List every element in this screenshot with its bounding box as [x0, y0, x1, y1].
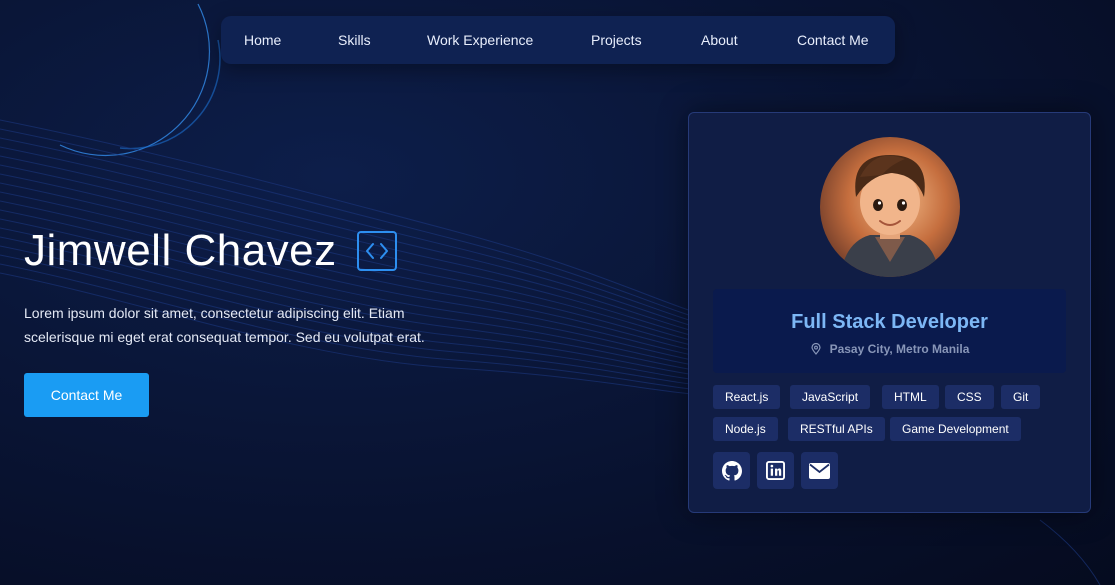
wave-line: [0, 119, 721, 321]
top-navigation: Home Skills Work Experience Projects Abo…: [221, 16, 895, 64]
location-pin-icon: [810, 343, 821, 355]
skill-tag: React.js: [713, 385, 781, 409]
role-title: Full Stack Developer: [791, 311, 988, 333]
hero-name: Jimwell Chavez: [24, 226, 337, 275]
skill-tag: RESTful APIs: [788, 417, 885, 441]
avatar: [820, 137, 960, 277]
code-icon: [356, 231, 397, 271]
github-link[interactable]: [713, 452, 750, 489]
nav-about[interactable]: About: [701, 16, 738, 64]
nav-work-experience[interactable]: Work Experience: [427, 16, 533, 64]
github-icon: [721, 460, 742, 481]
skill-tag: Git: [1001, 385, 1041, 409]
contact-me-button[interactable]: Contact Me: [24, 373, 149, 417]
location-row: Pasay City, Metro Manila: [713, 342, 1066, 356]
nav-skills[interactable]: Skills: [338, 16, 371, 64]
email-icon: [809, 462, 830, 479]
location-text: Pasay City, Metro Manila: [829, 342, 970, 356]
role-panel: Full Stack Developer Pasay City, Metro M…: [713, 289, 1066, 373]
email-link[interactable]: [801, 452, 838, 489]
nav-home[interactable]: Home: [244, 16, 281, 64]
profile-card: Full Stack Developer Pasay City, Metro M…: [688, 112, 1091, 513]
nav-projects[interactable]: Projects: [591, 16, 642, 64]
hero-description: Lorem ipsum dolor sit amet, consectetur …: [24, 305, 425, 345]
linkedin-icon: [766, 461, 785, 480]
skill-tag: JavaScript: [790, 385, 871, 409]
hero-heading: Jimwell Chavez: [24, 226, 397, 276]
linkedin-link[interactable]: [757, 452, 794, 489]
skill-tag: Node.js: [713, 417, 778, 441]
skill-tag: CSS: [945, 385, 994, 409]
nav-contact-me[interactable]: Contact Me: [797, 16, 869, 64]
skill-tag: Game Development: [890, 417, 1021, 441]
skill-tag: HTML: [882, 385, 939, 409]
